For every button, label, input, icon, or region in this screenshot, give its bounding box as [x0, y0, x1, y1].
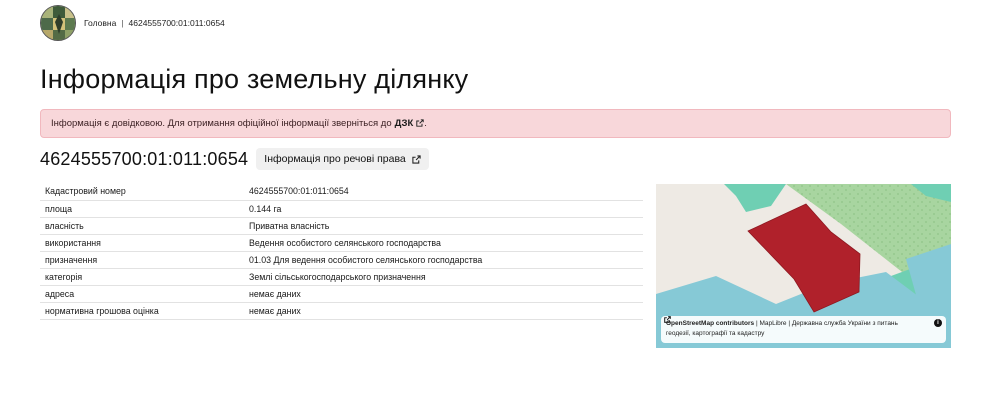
attribution-separator: | — [755, 320, 758, 327]
parcel-info-table: Кадастровий номер 4624555700:01:011:0654 … — [40, 183, 643, 321]
table-row: площа 0.144 га — [40, 200, 643, 218]
parcel-header: 4624555700:01:011:0654 Інформація про ре… — [40, 147, 429, 171]
header: Головна | 4624555700:01:011:0654 — [40, 5, 225, 41]
row-key: нормативна грошова оцінка — [40, 302, 244, 321]
row-value: 4624555700:01:011:0654 — [244, 183, 643, 201]
row-value: немає даних — [244, 285, 643, 304]
table-row: нормативна грошова оцінка немає даних — [40, 302, 643, 321]
row-value: Ведення особистого селянського господарс… — [244, 234, 643, 252]
table-row: власність Приватна власність — [40, 217, 643, 235]
osm-attribution-link[interactable]: OpenStreetMap contributors — [666, 320, 754, 327]
table-row: категорія Землі сільськогосподарського пр… — [40, 268, 643, 287]
table-row: призначення 01.03 Для ведення особистого … — [40, 251, 643, 269]
row-value: 01.03 Для ведення особистого селянського… — [244, 251, 643, 269]
property-rights-button[interactable]: Інформація про речові права — [256, 148, 429, 170]
row-key: використання — [40, 234, 244, 252]
breadcrumb: Головна | 4624555700:01:011:0654 — [84, 18, 225, 28]
dzk-link-label: ДЗК — [394, 118, 414, 129]
table-row: адреса немає даних — [40, 285, 643, 304]
agency-link-line2[interactable]: геодезії, картографії та кадастру — [666, 330, 764, 337]
agency-link-line1[interactable]: Державна служба України з питань — [792, 320, 898, 327]
table-row: Кадастровий номер 4624555700:01:011:0654 — [40, 183, 643, 201]
row-value: немає даних — [244, 302, 643, 321]
maplibre-link[interactable]: MapLibre — [759, 320, 786, 327]
row-value: Землі сільськогосподарського призначення — [244, 268, 643, 287]
dzk-link[interactable]: ДЗК — [395, 118, 425, 129]
breadcrumb-current: 4624555700:01:011:0654 — [128, 18, 225, 28]
attribution-separator: | — [788, 320, 791, 327]
alert-end: . — [424, 118, 427, 129]
parcel-map[interactable]: OpenStreetMap contributors | MapLibre | … — [656, 184, 951, 348]
row-key: призначення — [40, 251, 244, 269]
row-key: Кадастровий номер — [40, 183, 244, 201]
attribution-info-icon[interactable]: i — [934, 319, 942, 327]
external-link-icon — [416, 119, 424, 128]
map-attribution: OpenStreetMap contributors | MapLibre | … — [661, 316, 946, 343]
row-value: 0.144 га — [244, 200, 643, 218]
info-alert: Інформація є довідковою. Для отримання о… — [40, 109, 951, 138]
alert-text: Інформація є довідковою. Для отримання о… — [51, 118, 392, 129]
external-link-icon — [664, 316, 671, 323]
property-rights-label: Інформація про речові права — [264, 153, 406, 165]
breadcrumb-separator: | — [121, 18, 124, 28]
page-title: Інформація про земельну ділянку — [40, 64, 469, 94]
row-key: адреса — [40, 285, 244, 304]
row-key: площа — [40, 200, 244, 218]
row-value: Приватна власність — [244, 217, 643, 235]
external-link-icon — [412, 154, 421, 164]
site-logo[interactable] — [40, 5, 76, 41]
breadcrumb-home-link[interactable]: Головна — [84, 18, 116, 28]
table-row: використання Ведення особистого селянсько… — [40, 234, 643, 252]
row-key: власність — [40, 217, 244, 235]
row-key: категорія — [40, 268, 244, 287]
parcel-number: 4624555700:01:011:0654 — [40, 148, 249, 169]
